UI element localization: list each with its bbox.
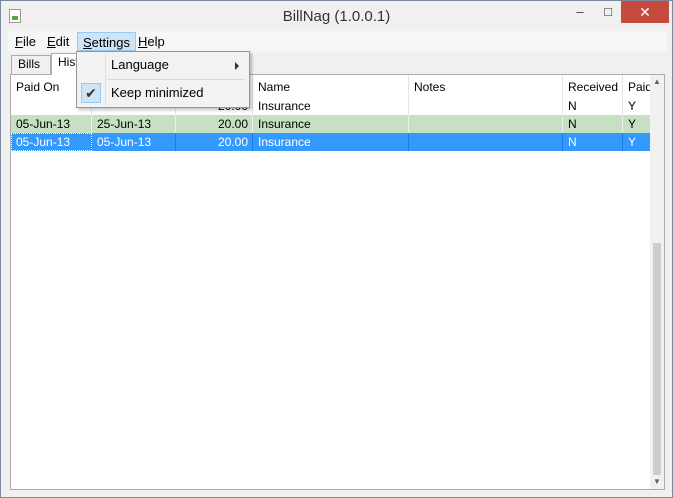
cell-amount: 20.00	[176, 115, 253, 133]
scroll-down-icon[interactable]: ▼	[650, 475, 664, 489]
cell-paid: Y	[628, 135, 637, 149]
cell-received: N	[563, 133, 623, 151]
menu-file[interactable]: File	[10, 32, 41, 51]
cell-notes	[409, 97, 563, 115]
menu-settings[interactable]: Settings	[77, 32, 136, 51]
menu-help-label: elp	[147, 34, 165, 49]
cell-due: 05-Jun-13	[92, 133, 176, 151]
menu-item-keep-minimized[interactable]: ✔ Keep minimized	[79, 82, 247, 104]
menu-settings-label: ettings	[91, 35, 130, 50]
menu-file-mnemonic: F	[15, 34, 23, 49]
cell-amount: 20.00	[176, 133, 253, 151]
cell-received: N	[563, 97, 623, 115]
vertical-scrollbar[interactable]: ▲ ▼	[650, 75, 664, 489]
minimize-button[interactable]: –	[567, 1, 593, 23]
tab-bills[interactable]: Bills	[11, 55, 51, 74]
table-row[interactable]: 05-Jun-13 25-Jun-13 20.00 Insurance N Y	[11, 115, 651, 133]
cell-name: Insurance	[253, 97, 409, 115]
cell-paid: Y	[628, 99, 637, 113]
cell-paid-on: 05-Jun-13	[11, 115, 92, 133]
menu-settings-mnemonic: S	[83, 35, 92, 50]
table-row-selected[interactable]: 05-Jun-13 05-Jun-13 20.00 Insurance N Y	[11, 133, 651, 151]
menu-help-mnemonic: H	[138, 34, 148, 49]
column-header-notes[interactable]: Notes	[409, 75, 563, 97]
menu-separator	[107, 79, 245, 80]
menu-edit-mnemonic: E	[47, 34, 56, 49]
scrollbar-thumb[interactable]	[653, 243, 661, 475]
menu-edit-label: dit	[55, 34, 70, 49]
menu-edit[interactable]: Edit	[42, 32, 74, 51]
settings-dropdown-menu: Language ✔ Keep minimized	[76, 51, 250, 108]
cell-paid: Y	[628, 117, 637, 131]
title-bar[interactable]: BillNag (1.0.0.1) – □ ✕	[1, 1, 672, 31]
maximize-button[interactable]: □	[595, 1, 621, 23]
submenu-arrow-icon	[235, 62, 239, 70]
cell-notes	[409, 115, 563, 133]
close-button[interactable]: ✕	[621, 1, 669, 23]
menu-file-label: ile	[22, 34, 36, 49]
cell-due: 25-Jun-13	[92, 115, 176, 133]
cell-received: N	[563, 115, 623, 133]
cell-paid-on: 05-Jun-13	[11, 133, 92, 151]
menu-bar: File Edit Settings Help	[8, 31, 667, 52]
column-header-name[interactable]: Name	[253, 75, 409, 97]
checkmark-icon: ✔	[81, 83, 101, 103]
menu-item-language-label: Language	[111, 57, 169, 72]
main-window: BillNag (1.0.0.1) – □ ✕ File Edit Settin…	[0, 0, 673, 498]
menu-item-keep-minimized-label: Keep minimized	[111, 85, 204, 100]
column-header-paid[interactable]: Paid	[623, 75, 652, 97]
cell-notes	[409, 133, 563, 151]
cell-name: Insurance	[253, 133, 409, 151]
column-header-received[interactable]: Received	[563, 75, 623, 97]
history-table[interactable]: Paid On Name Notes Received Paid 20.00 I…	[10, 74, 665, 490]
menu-item-language[interactable]: Language	[79, 54, 247, 76]
scroll-up-icon[interactable]: ▲	[650, 75, 664, 89]
cell-name: Insurance	[253, 115, 409, 133]
menu-help[interactable]: Help	[133, 32, 170, 51]
